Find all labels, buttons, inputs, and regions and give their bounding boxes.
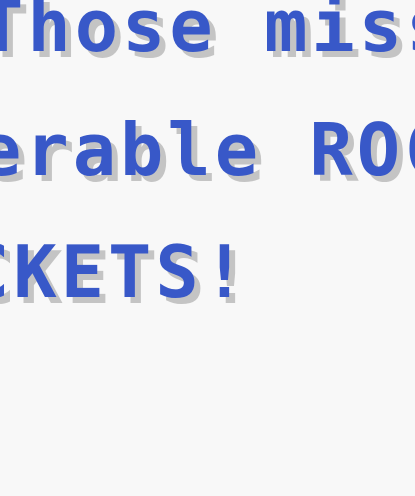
dialogue-box: Those missi erable ROC CKETS! (0, 0, 415, 496)
dialogue-line-1: Those missi (0, 0, 415, 68)
dialogue-line-2: erable ROC (0, 108, 415, 192)
dialogue-line-3: CKETS! (0, 230, 251, 314)
